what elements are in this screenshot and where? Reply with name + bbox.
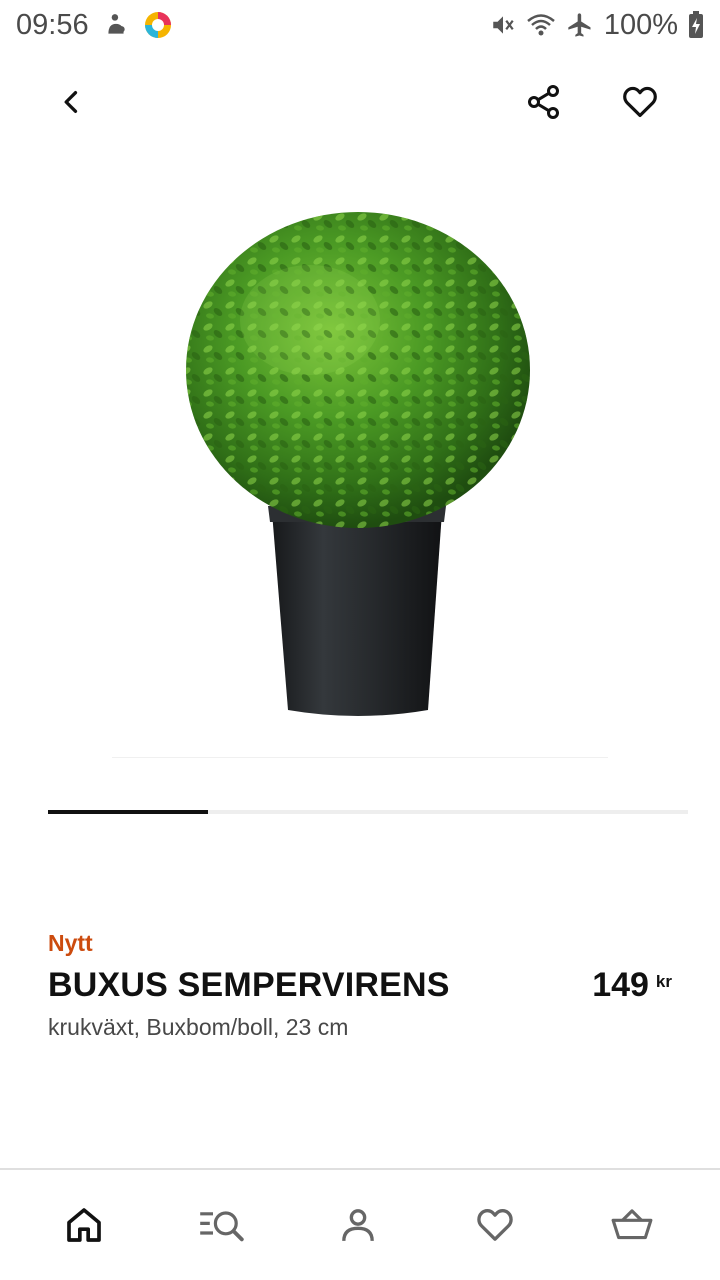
nav-profile[interactable] [323, 1192, 393, 1262]
battery-percent: 100% [603, 8, 678, 41]
product-name: BUXUS SEMPERVIRENS [48, 966, 450, 1004]
product-image-carousel[interactable] [0, 170, 720, 770]
search-browse-icon [197, 1205, 245, 1250]
price-amount: 149 [592, 966, 649, 1004]
nav-basket[interactable] [597, 1192, 667, 1262]
battery-charging-icon [688, 11, 704, 39]
nav-favorites[interactable] [460, 1192, 530, 1262]
basket-icon [610, 1205, 654, 1250]
new-badge: Nytt [48, 930, 93, 956]
favorites-icon [475, 1205, 515, 1250]
back-arrow-icon [58, 88, 86, 121]
product-image [186, 212, 530, 716]
heart-icon [621, 83, 659, 126]
status-right: 100% [490, 9, 704, 42]
image-divider [112, 757, 608, 758]
product-description: krukväxt, Buxbom/boll, 23 cm [48, 1014, 349, 1040]
carousel-progress-track [48, 810, 688, 814]
status-time: 09:56 [16, 8, 89, 41]
nav-browse[interactable] [186, 1192, 256, 1262]
profile-icon [338, 1205, 378, 1250]
status-bar: 09:56 100% [0, 0, 720, 50]
mute-icon [490, 12, 516, 38]
bottom-navigation [0, 1168, 720, 1280]
share-icon [524, 82, 564, 127]
price-currency: kr [655, 972, 672, 991]
nav-home[interactable] [49, 1192, 119, 1262]
status-left: 09:56 [16, 9, 173, 42]
airplane-icon [566, 11, 594, 39]
share-button[interactable] [502, 62, 586, 146]
app-notification-icon [143, 10, 173, 40]
carousel-progress-indicator [48, 810, 208, 814]
game-icon [103, 12, 129, 38]
home-icon [64, 1205, 104, 1250]
wifi-icon [526, 12, 556, 38]
product-price: 149 kr [592, 966, 672, 1005]
favorite-button[interactable] [598, 62, 682, 146]
top-app-bar [0, 62, 720, 146]
back-button[interactable] [30, 62, 114, 146]
